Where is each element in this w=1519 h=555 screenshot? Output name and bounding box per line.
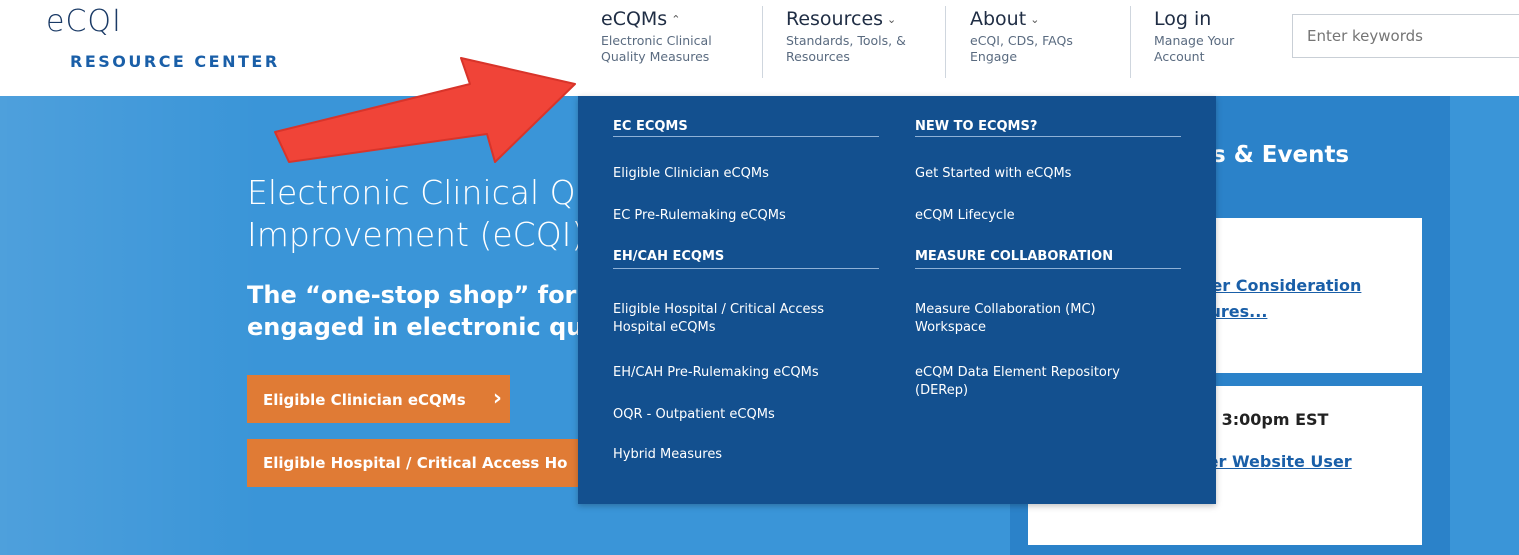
nav-resources-sub1: Standards, Tools, & xyxy=(786,33,906,48)
chevron-up-icon: ⌃ xyxy=(671,13,681,26)
logo-resource-center[interactable]: RESOURCE CENTER xyxy=(70,52,280,71)
chevron-down-icon: ⌄ xyxy=(887,13,897,26)
dropdown-link-get-started[interactable]: Get Started with eCQMs xyxy=(915,165,1175,183)
nav-resources-title: Resources xyxy=(786,8,884,30)
red-arrow-icon xyxy=(274,57,576,163)
hero-subtitle: The “one-stop shop” for engaged in elect… xyxy=(247,279,583,343)
nav-ecqms-title: eCQMs xyxy=(601,8,668,30)
dropdown-link-eligible-hospital[interactable]: Eligible Hospital / Critical Access Hosp… xyxy=(613,301,873,337)
hero-subtitle-line1: The “one-stop shop” for xyxy=(247,281,577,309)
dropdown-link-eligible-clinician[interactable]: Eligible Clinician eCQMs xyxy=(613,165,873,183)
nav-login-sub2: Account xyxy=(1154,49,1205,64)
nav-ecqms[interactable]: eCQMs ⌃ Electronic Clinical Quality Measu… xyxy=(601,8,712,78)
nav-ecqms-sub1: Electronic Clinical xyxy=(601,33,712,48)
news-events-title: s & Events xyxy=(1212,142,1350,168)
dropdown-heading-ec-ecqms: EC ECQMS xyxy=(613,119,688,134)
dropdown-link-derep[interactable]: eCQM Data Element Repository (DERep) xyxy=(915,364,1165,400)
dropdown-link-hybrid-measures[interactable]: Hybrid Measures xyxy=(613,446,873,464)
nav-about-title: About xyxy=(970,8,1027,30)
dropdown-divider xyxy=(915,268,1181,269)
nav-ecqms-sub2: Quality Measures xyxy=(601,49,710,64)
eligible-hospital-button[interactable]: Eligible Hospital / Critical Access Ho xyxy=(247,439,587,487)
hero-title-line1: Electronic Clinical Q xyxy=(247,173,576,212)
hero-subtitle-line2: engaged in electronic qu xyxy=(247,313,584,341)
nav-about-sub2: Engage xyxy=(970,49,1018,64)
dropdown-heading-eh-cah: EH/CAH ECQMS xyxy=(613,249,725,264)
nav-login-title: Log in xyxy=(1154,8,1212,30)
nav-divider xyxy=(1130,6,1131,78)
nav-login-sub1: Manage Your xyxy=(1154,33,1235,48)
event-time: @ 3:00pm EST xyxy=(1200,410,1329,429)
chevron-down-icon: ⌄ xyxy=(1030,13,1040,26)
hero-title: Electronic Clinical Q Improvement (eCQI) xyxy=(247,172,584,256)
hero-title-line2: Improvement (eCQI) xyxy=(247,215,585,254)
dropdown-link-eh-cah-pre-rulemaking[interactable]: EH/CAH Pre-Rulemaking eCQMs xyxy=(613,364,873,382)
logo-ecqi[interactable]: eCQI xyxy=(46,4,122,39)
event-link-website-user[interactable]: ter Website User xyxy=(1200,452,1352,471)
ecqms-dropdown-menu: EC ECQMS Eligible Clinician eCQMs EC Pre… xyxy=(578,96,1216,504)
dropdown-divider xyxy=(613,136,879,137)
nav-about[interactable]: About ⌄ eCQI, CDS, FAQs Engage xyxy=(970,8,1073,78)
dropdown-link-ec-pre-rulemaking[interactable]: EC Pre-Rulemaking eCQMs xyxy=(613,207,873,225)
hero-photo-overlay xyxy=(0,96,260,555)
dropdown-heading-measure-collaboration: MEASURE COLLABORATION xyxy=(915,249,1114,264)
site-header: eCQI RESOURCE CENTER eCQMs ⌃ Electronic C… xyxy=(0,0,1519,96)
dropdown-divider xyxy=(915,136,1181,137)
chevron-right-icon: › xyxy=(492,386,502,411)
nav-divider xyxy=(945,6,946,78)
dropdown-link-mc-workspace[interactable]: Measure Collaboration (MC) Workspace xyxy=(915,301,1155,337)
nav-divider xyxy=(762,6,763,78)
dropdown-link-ecqm-lifecycle[interactable]: eCQM Lifecycle xyxy=(915,207,1175,225)
eligible-clinician-button[interactable]: Eligible Clinician eCQMs › xyxy=(247,375,510,423)
nav-resources[interactable]: Resources ⌄ Standards, Tools, & Resources xyxy=(786,8,906,78)
dropdown-divider xyxy=(613,268,879,269)
eligible-clinician-button-label: Eligible Clinician eCQMs xyxy=(263,391,466,409)
search-input[interactable] xyxy=(1292,14,1519,58)
dropdown-link-oqr-outpatient[interactable]: OQR - Outpatient eCQMs xyxy=(613,406,873,424)
nav-login[interactable]: Log in Manage Your Account xyxy=(1154,8,1234,78)
nav-resources-sub2: Resources xyxy=(786,49,850,64)
eligible-hospital-button-label: Eligible Hospital / Critical Access Ho xyxy=(263,454,568,472)
dropdown-heading-new-to-ecqms: NEW TO ECQMS? xyxy=(915,119,1038,134)
nav-about-sub1: eCQI, CDS, FAQs xyxy=(970,33,1073,48)
news-link-consideration[interactable]: der Consideration xyxy=(1200,276,1361,295)
